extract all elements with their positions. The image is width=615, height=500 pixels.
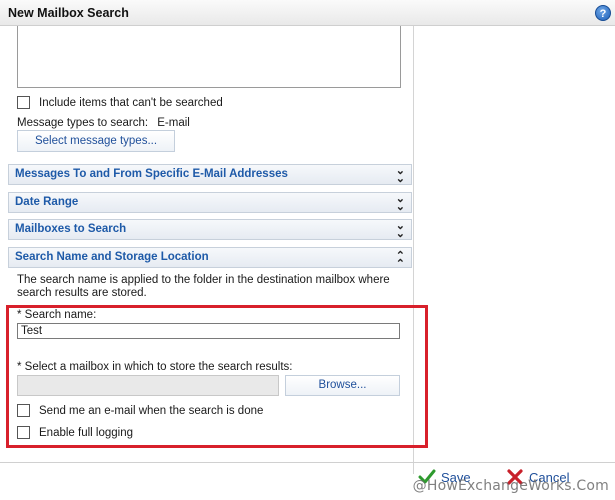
window-title: New Mailbox Search xyxy=(8,6,129,20)
include-unsearchable-label: Include items that can't be searched xyxy=(39,96,223,109)
section-label: Mailboxes to Search xyxy=(15,223,127,235)
full-logging-row[interactable]: Enable full logging xyxy=(17,426,133,439)
message-types-label: Message types to search: xyxy=(17,117,149,129)
section-label: Messages To and From Specific E-Mail Add… xyxy=(15,168,288,180)
include-unsearchable-row[interactable]: Include items that can't be searched xyxy=(17,96,223,109)
title-bar: New Mailbox Search ? xyxy=(0,0,615,26)
include-unsearchable-checkbox[interactable] xyxy=(17,96,30,109)
watermark: @HowExchangeWorks.Com xyxy=(412,478,609,494)
chevron-down-icon: ⌄ ⌄ xyxy=(395,193,405,213)
section-label: Date Range xyxy=(15,196,79,208)
section-date-range[interactable]: Date Range ⌄ ⌄ xyxy=(8,192,412,213)
full-logging-checkbox[interactable] xyxy=(17,426,30,439)
send-email-checkbox[interactable] xyxy=(17,404,30,417)
keywords-textarea[interactable] xyxy=(17,26,401,88)
browse-button[interactable]: Browse... xyxy=(285,375,400,396)
message-types-line: Message types to search: E-mail xyxy=(17,117,190,129)
chevron-up-icon: ⌃ ⌃ xyxy=(395,250,405,270)
section-mailboxes-to-search[interactable]: Mailboxes to Search ⌄ ⌄ xyxy=(8,219,412,240)
select-message-types-button[interactable]: Select message types... xyxy=(17,130,175,152)
chevron-down-icon: ⌄ ⌄ xyxy=(395,220,405,240)
message-types-value: E-mail xyxy=(157,117,190,129)
full-logging-label: Enable full logging xyxy=(39,426,133,439)
search-name-input[interactable]: Test xyxy=(17,323,400,339)
footer-divider xyxy=(0,462,615,463)
section-messages-to-from[interactable]: Messages To and From Specific E-Mail Add… xyxy=(8,164,412,185)
section-search-name-storage[interactable]: Search Name and Storage Location ⌃ ⌃ xyxy=(8,247,412,270)
send-email-row[interactable]: Send me an e-mail when the search is don… xyxy=(17,404,263,417)
send-email-label: Send me an e-mail when the search is don… xyxy=(39,404,264,417)
section-label: Search Name and Storage Location xyxy=(15,251,209,263)
help-icon[interactable]: ? xyxy=(595,5,611,21)
search-name-label: * Search name: xyxy=(17,309,97,321)
mailbox-input[interactable] xyxy=(17,375,279,396)
chevron-down-icon: ⌄ ⌄ xyxy=(395,165,405,185)
mailbox-label: * Select a mailbox in which to store the… xyxy=(17,361,293,373)
storage-description: The search name is applied to the folder… xyxy=(17,274,390,299)
